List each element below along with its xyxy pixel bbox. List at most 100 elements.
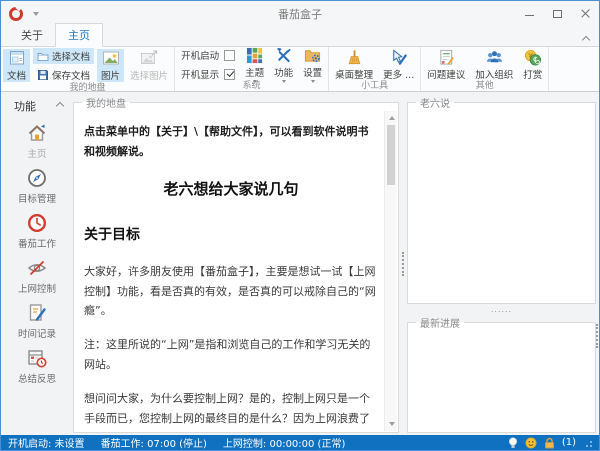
my-zone-groupbox-title: 我的地盘 (82, 95, 130, 110)
broom-icon (346, 49, 363, 66)
show-on-boot-checkbox[interactable] (224, 69, 235, 80)
sidebar-item-label: 总结反思 (18, 371, 56, 385)
group-label-tools: 小工具 (331, 81, 418, 92)
scroll-down-icon[interactable] (389, 422, 395, 426)
ribbon: 文档 选择文档 保存文档 图片 (1, 46, 599, 92)
group-label-other: 其他 (423, 81, 546, 92)
sidebar: 功能 主页 目标管理 番茄工作 上网控制 时间记录 (1, 95, 73, 433)
main-area: 功能 主页 目标管理 番茄工作 上网控制 时间记录 (1, 92, 599, 435)
minimize-button[interactable] (515, 1, 543, 26)
ribbon-group-my-zone: 文档 选择文档 保存文档 图片 (1, 47, 175, 91)
select-document-button[interactable]: 选择文档 (33, 48, 94, 64)
sidebar-item-label: 目标管理 (18, 191, 56, 205)
app-logo-icon[interactable] (9, 7, 23, 21)
quick-access-dropdown-icon[interactable] (33, 12, 39, 16)
ribbon-collapse-button[interactable] (583, 37, 589, 43)
sidebar-item-label: 主页 (27, 146, 46, 160)
sidebar-item-time-record[interactable]: 时间记录 (1, 302, 73, 340)
save-document-button[interactable]: 保存文档 (33, 67, 94, 83)
scroll-up-icon[interactable] (389, 116, 395, 120)
ribbon-group-tools: 桌面整理 更多 ... 小工具 (329, 47, 421, 91)
ribbon-group-other: 问题建议 加入组织 打赏 其他 (421, 47, 549, 91)
desktop-organize-button[interactable]: 桌面整理 (331, 48, 377, 81)
maximize-button[interactable] (543, 1, 571, 26)
sidebar-item-tomato-work[interactable]: 番茄工作 (1, 212, 73, 250)
tab-home[interactable]: 主页 (55, 23, 103, 47)
document-button[interactable]: 文档 (3, 49, 30, 82)
doc-paragraph: 大家好，许多朋友使用【番茄盒子】，主要是想试一试【上网控制】功能，看是否真的有效… (84, 262, 378, 321)
doc-intro: 点击菜单中的【关于】\【帮助文件】，可以看到软件说明书和视频解说。 (84, 122, 378, 162)
sidebar-header: 功能 (1, 95, 73, 115)
latest-progress-title: 最新进展 (416, 315, 464, 330)
startup-label: 开机启动 (181, 48, 219, 62)
reward-button[interactable]: 打赏 (519, 48, 546, 81)
reward-label: 打赏 (523, 67, 542, 81)
folder-icon (37, 50, 49, 62)
window-edge-handle[interactable] (596, 324, 599, 348)
join-org-label: 加入组织 (475, 67, 513, 81)
startup-checkbox[interactable] (224, 50, 235, 61)
chevron-up-icon[interactable] (56, 102, 64, 110)
features-button[interactable]: 功能 (270, 48, 297, 81)
sidebar-item-net-control[interactable]: 上网控制 (1, 257, 73, 295)
status-net-control: 上网控制: 00:00:00 (正常) (223, 435, 345, 450)
statusbar: 开机启动: 未设置 番茄工作: 07:00 (停止) 上网控制: 00:00:0… (1, 435, 599, 450)
window-title: 番茄盒子 (1, 6, 599, 22)
startup-checkbox-row: 开机启动 (181, 48, 235, 62)
resize-grip[interactable] (583, 438, 592, 447)
more-tools-button[interactable]: 更多 ... (379, 48, 418, 81)
laoliu-says-groupbox: 老六说 (407, 95, 596, 304)
document-label: 文档 (7, 68, 26, 82)
group-label-system: 系统 (177, 81, 326, 92)
show-on-boot-label: 开机显示 (181, 67, 219, 81)
select-image-button[interactable]: 选择图片 (126, 49, 172, 82)
more-tools-label: 更多 ... (383, 67, 414, 81)
home-icon (26, 122, 48, 144)
doc-paragraph: 注：这里所说的“上网”是指和浏览自己的工作和学习无关的网站。 (84, 335, 378, 375)
right-panel-column: 老六说 ...... 最新进展 (407, 95, 596, 433)
feedback-label: 问题建议 (427, 67, 465, 81)
image-label: 图片 (101, 68, 120, 82)
status-tomato-work: 番茄工作: 07:00 (停止) (101, 435, 207, 450)
select-document-label: 选择文档 (52, 49, 90, 63)
eye-slash-icon (26, 257, 48, 279)
settings-button[interactable]: 设置 (299, 48, 326, 81)
chevron-up-icon (582, 36, 590, 44)
theme-button[interactable]: 主题 (241, 48, 268, 81)
save-document-label: 保存文档 (52, 68, 90, 82)
note-pencil-icon (26, 302, 48, 324)
vertical-splitter[interactable] (399, 95, 407, 433)
feedback-button[interactable]: 问题建议 (423, 48, 469, 81)
doc-paragraph: 想问问大家，为什么要控制上网？是的，控制上网只是一个手段而已，您控制上网的最终目… (84, 389, 378, 430)
lock-count: (1) (562, 437, 576, 448)
theme-label: 主题 (245, 65, 264, 79)
doc-heading: 关于目标 (84, 223, 378, 248)
ribbon-group-system: 开机启动 开机显示 主题 功能 (175, 47, 329, 91)
lock-icon[interactable] (544, 437, 555, 449)
laoliu-says-title: 老六说 (416, 95, 454, 110)
sidebar-item-home[interactable]: 主页 (1, 122, 73, 160)
bulb-icon[interactable] (508, 437, 518, 449)
tools-icon (275, 47, 292, 64)
image-button[interactable]: 图片 (97, 49, 124, 82)
sidebar-item-summary-reflection[interactable]: 总结反思 (1, 347, 73, 385)
minimize-icon (525, 15, 534, 16)
horizontal-splitter[interactable]: ...... (407, 304, 596, 315)
image-select-icon (140, 49, 158, 67)
my-zone-groupbox: 我的地盘 点击菜单中的【关于】\【帮助文件】，可以看到软件说明书和视频解说。 老… (73, 95, 399, 433)
document-icon (8, 49, 26, 67)
window-controls (515, 1, 599, 26)
join-org-button[interactable]: 加入组织 (471, 48, 517, 81)
scrollbar-thumb[interactable] (387, 125, 395, 185)
maximize-icon (553, 10, 562, 18)
smiley-icon[interactable] (525, 437, 537, 449)
close-button[interactable] (571, 1, 599, 26)
tab-about[interactable]: 关于 (9, 24, 55, 46)
status-startup: 开机启动: 未设置 (8, 435, 85, 450)
people-group-icon (485, 49, 504, 66)
sidebar-item-goal-management[interactable]: 目标管理 (1, 167, 73, 205)
sidebar-item-label: 上网控制 (18, 281, 56, 295)
document-scrollbar[interactable] (384, 111, 397, 431)
ribbon-tabs: 关于 主页 (1, 26, 599, 46)
theme-grid-icon (246, 47, 263, 64)
